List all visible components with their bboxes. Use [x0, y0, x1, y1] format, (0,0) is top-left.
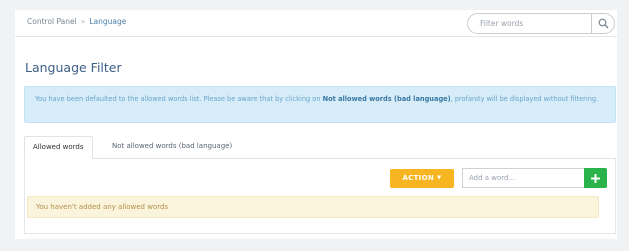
search-icon: [598, 18, 609, 29]
tab-bar: Allowed words Not allowed words (bad lan…: [24, 136, 616, 159]
info-text-before: You have been defaulted to the allowed w…: [35, 95, 323, 103]
search-box: Filter words: [467, 13, 615, 34]
breadcrumb-language[interactable]: Language: [89, 17, 126, 26]
plus-icon: [591, 174, 600, 183]
tab-allowed-words[interactable]: Allowed words: [24, 136, 93, 159]
empty-state-alert: You haven't added any allowed words: [27, 196, 599, 218]
breadcrumb-control-panel[interactable]: Control Panel: [27, 17, 77, 26]
page-title: Language Filter: [25, 60, 122, 75]
action-button-label: ACTION: [402, 174, 434, 182]
info-text-bold: Not allowed words (bad language): [322, 95, 451, 103]
tab-content: ACTION ▼ Add a word... You haven't added …: [24, 159, 616, 234]
breadcrumb-separator: »: [80, 17, 86, 26]
search-button[interactable]: [592, 14, 614, 33]
breadcrumb: Control Panel» Language: [27, 17, 126, 26]
add-word-button[interactable]: [584, 168, 607, 188]
add-word-input[interactable]: Add a word...: [462, 168, 584, 188]
main-panel: Language Filter You have been defaulted …: [15, 37, 617, 239]
top-bar: Control Panel» Language Filter words: [15, 10, 617, 37]
action-dropdown-button[interactable]: ACTION ▼: [390, 169, 454, 188]
tab-not-allowed-words[interactable]: Not allowed words (bad language): [104, 136, 240, 159]
info-text-after: , profanity will be displayed without fi…: [450, 95, 599, 103]
info-alert: You have been defaulted to the allowed w…: [24, 86, 616, 123]
caret-down-icon: ▼: [437, 175, 442, 181]
search-input[interactable]: Filter words: [480, 19, 580, 28]
